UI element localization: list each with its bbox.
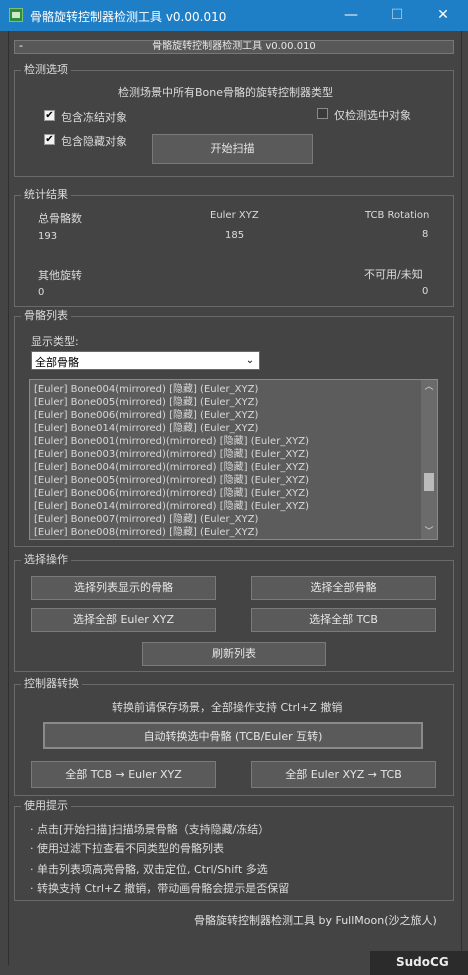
tip-item: · 单击列表项高亮骨骼, 双击定位, Ctrl/Shift 多选 — [30, 863, 268, 876]
select-all-tcb-button[interactable]: 选择全部 TCB — [251, 608, 436, 632]
unavailable-label: 不可用/未知 — [364, 268, 423, 281]
window-title: 骨骼旋转控制器检测工具 v0.00.010 — [30, 10, 227, 24]
selected-only-checkbox[interactable] — [317, 108, 328, 119]
scroll-down-icon[interactable]: ﹀ — [421, 525, 437, 539]
list-item[interactable]: [Euler] Bone006(mirrored)(mirrored) [隐藏]… — [34, 487, 309, 500]
watermark: SudoCG — [370, 951, 468, 975]
list-item[interactable]: [Euler] Bone004(mirrored)(mirrored) [隐藏]… — [34, 461, 309, 474]
scroll-up-icon[interactable]: ︿ — [421, 380, 437, 394]
list-item[interactable]: [Euler] Bone005(mirrored)(mirrored) [隐藏]… — [34, 474, 309, 487]
selected-only-label: 仅检测选中对象 — [334, 109, 411, 122]
list-item[interactable]: [Euler] Bone006(mirrored) [隐藏] (Euler_XY… — [34, 409, 258, 422]
tips-legend: 使用提示 — [21, 799, 71, 813]
chevron-down-icon[interactable]: ⌄ — [243, 352, 257, 369]
tcb-to-euler-button[interactable]: 全部 TCB → Euler XYZ — [31, 761, 216, 788]
scrollbar-thumb[interactable] — [424, 473, 434, 491]
select-listed-button[interactable]: 选择列表显示的骨骼 — [31, 576, 216, 600]
minimize-button[interactable]: — — [328, 0, 374, 31]
bone-listbox[interactable]: [Euler] Bone004(mirrored) [隐藏] (Euler_XY… — [29, 379, 438, 540]
list-item[interactable]: [Euler] Bone005(mirrored) [隐藏] (Euler_XY… — [34, 396, 258, 409]
tcb-value: 8 — [422, 229, 429, 240]
start-scan-button[interactable]: 开始扫描 — [152, 134, 313, 164]
list-item[interactable]: [Euler] Bone001(mirrored)(mirrored) [隐藏]… — [34, 435, 309, 448]
list-item[interactable]: [Euler] Bone007(mirrored) [隐藏] (Euler_XY… — [34, 513, 258, 526]
total-bones-value: 193 — [38, 231, 58, 242]
bone-list-legend: 骨骼列表 — [21, 309, 71, 323]
list-item[interactable]: [Euler] Bone004(mirrored) [隐藏] (Euler_XY… — [34, 383, 258, 396]
include-hidden-label: 包含隐藏对象 — [61, 135, 127, 148]
refresh-list-button[interactable]: 刷新列表 — [142, 642, 326, 666]
stats-legend: 统计结果 — [21, 188, 71, 202]
title-bar[interactable]: 骨骼旋转控制器检测工具 v0.00.010 — ☐ ✕ — [0, 0, 468, 31]
unavailable-value: 0 — [422, 286, 429, 297]
list-item[interactable]: [Euler] Bone008(mirrored) [隐藏] (Euler_XY… — [34, 526, 258, 539]
select-ops-legend: 选择操作 — [21, 553, 71, 567]
filter-dropdown[interactable]: 全部骨骼 ⌄ — [31, 351, 260, 370]
app-icon — [9, 8, 23, 22]
rollout-header[interactable]: - 骨骼旋转控制器检测工具 v0.00.010 — [14, 39, 454, 54]
tip-item: · 点击[开始扫描]扫描场景骨骼（支持隐藏/冻结） — [30, 823, 270, 836]
euler-to-tcb-button[interactable]: 全部 Euler XYZ → TCB — [251, 761, 436, 788]
rollout-title: 骨骼旋转控制器检测工具 v0.00.010 — [152, 41, 316, 52]
euler-label: Euler XYZ — [210, 210, 259, 221]
close-button[interactable]: ✕ — [420, 0, 466, 31]
convert-legend: 控制器转换 — [21, 677, 82, 691]
detect-description: 检测场景中所有Bone骨骼的旋转控制器类型 — [118, 86, 334, 99]
convert-note: 转换前请保存场景，全部操作支持 Ctrl+Z 撤销 — [112, 701, 343, 714]
include-frozen-checkbox[interactable]: ✔ — [44, 110, 55, 121]
filter-value: 全部骨骼 — [35, 356, 79, 369]
include-hidden-checkbox[interactable]: ✔ — [44, 134, 55, 145]
detect-options-legend: 检测选项 — [21, 63, 71, 77]
watermark-text: SudoCG — [396, 955, 449, 969]
list-item[interactable]: [Euler] Bone003(mirrored)(mirrored) [隐藏]… — [34, 448, 309, 461]
total-bones-label: 总骨骼数 — [38, 212, 82, 225]
euler-value: 185 — [225, 230, 245, 241]
select-all-button[interactable]: 选择全部骨骼 — [251, 576, 436, 600]
other-rotation-value: 0 — [38, 287, 45, 298]
other-rotation-label: 其他旋转 — [38, 269, 82, 282]
tip-item: · 使用过滤下拉查看不同类型的骨骼列表 — [30, 842, 224, 855]
auto-convert-button[interactable]: 自动转换选中骨骼 (TCB/Euler 互转) — [43, 722, 423, 749]
footer-credit: 骨骼旋转控制器检测工具 by FullMoon(沙之旅人) — [194, 914, 437, 927]
tip-item: · 转换支持 Ctrl+Z 撤销，带动画骨骼会提示是否保留 — [30, 882, 290, 895]
filter-label: 显示类型: — [31, 335, 79, 348]
list-item[interactable]: [Euler] Bone014(mirrored)(mirrored) [隐藏]… — [34, 500, 309, 513]
include-frozen-label: 包含冻结对象 — [61, 111, 127, 124]
list-item[interactable]: [Euler] Bone014(mirrored) [隐藏] (Euler_XY… — [34, 422, 258, 435]
list-scrollbar[interactable]: ︿ ﹀ — [421, 380, 437, 539]
select-all-euler-button[interactable]: 选择全部 Euler XYZ — [31, 608, 216, 632]
maximize-button[interactable]: ☐ — [374, 0, 420, 31]
tcb-label: TCB Rotation — [365, 210, 430, 221]
